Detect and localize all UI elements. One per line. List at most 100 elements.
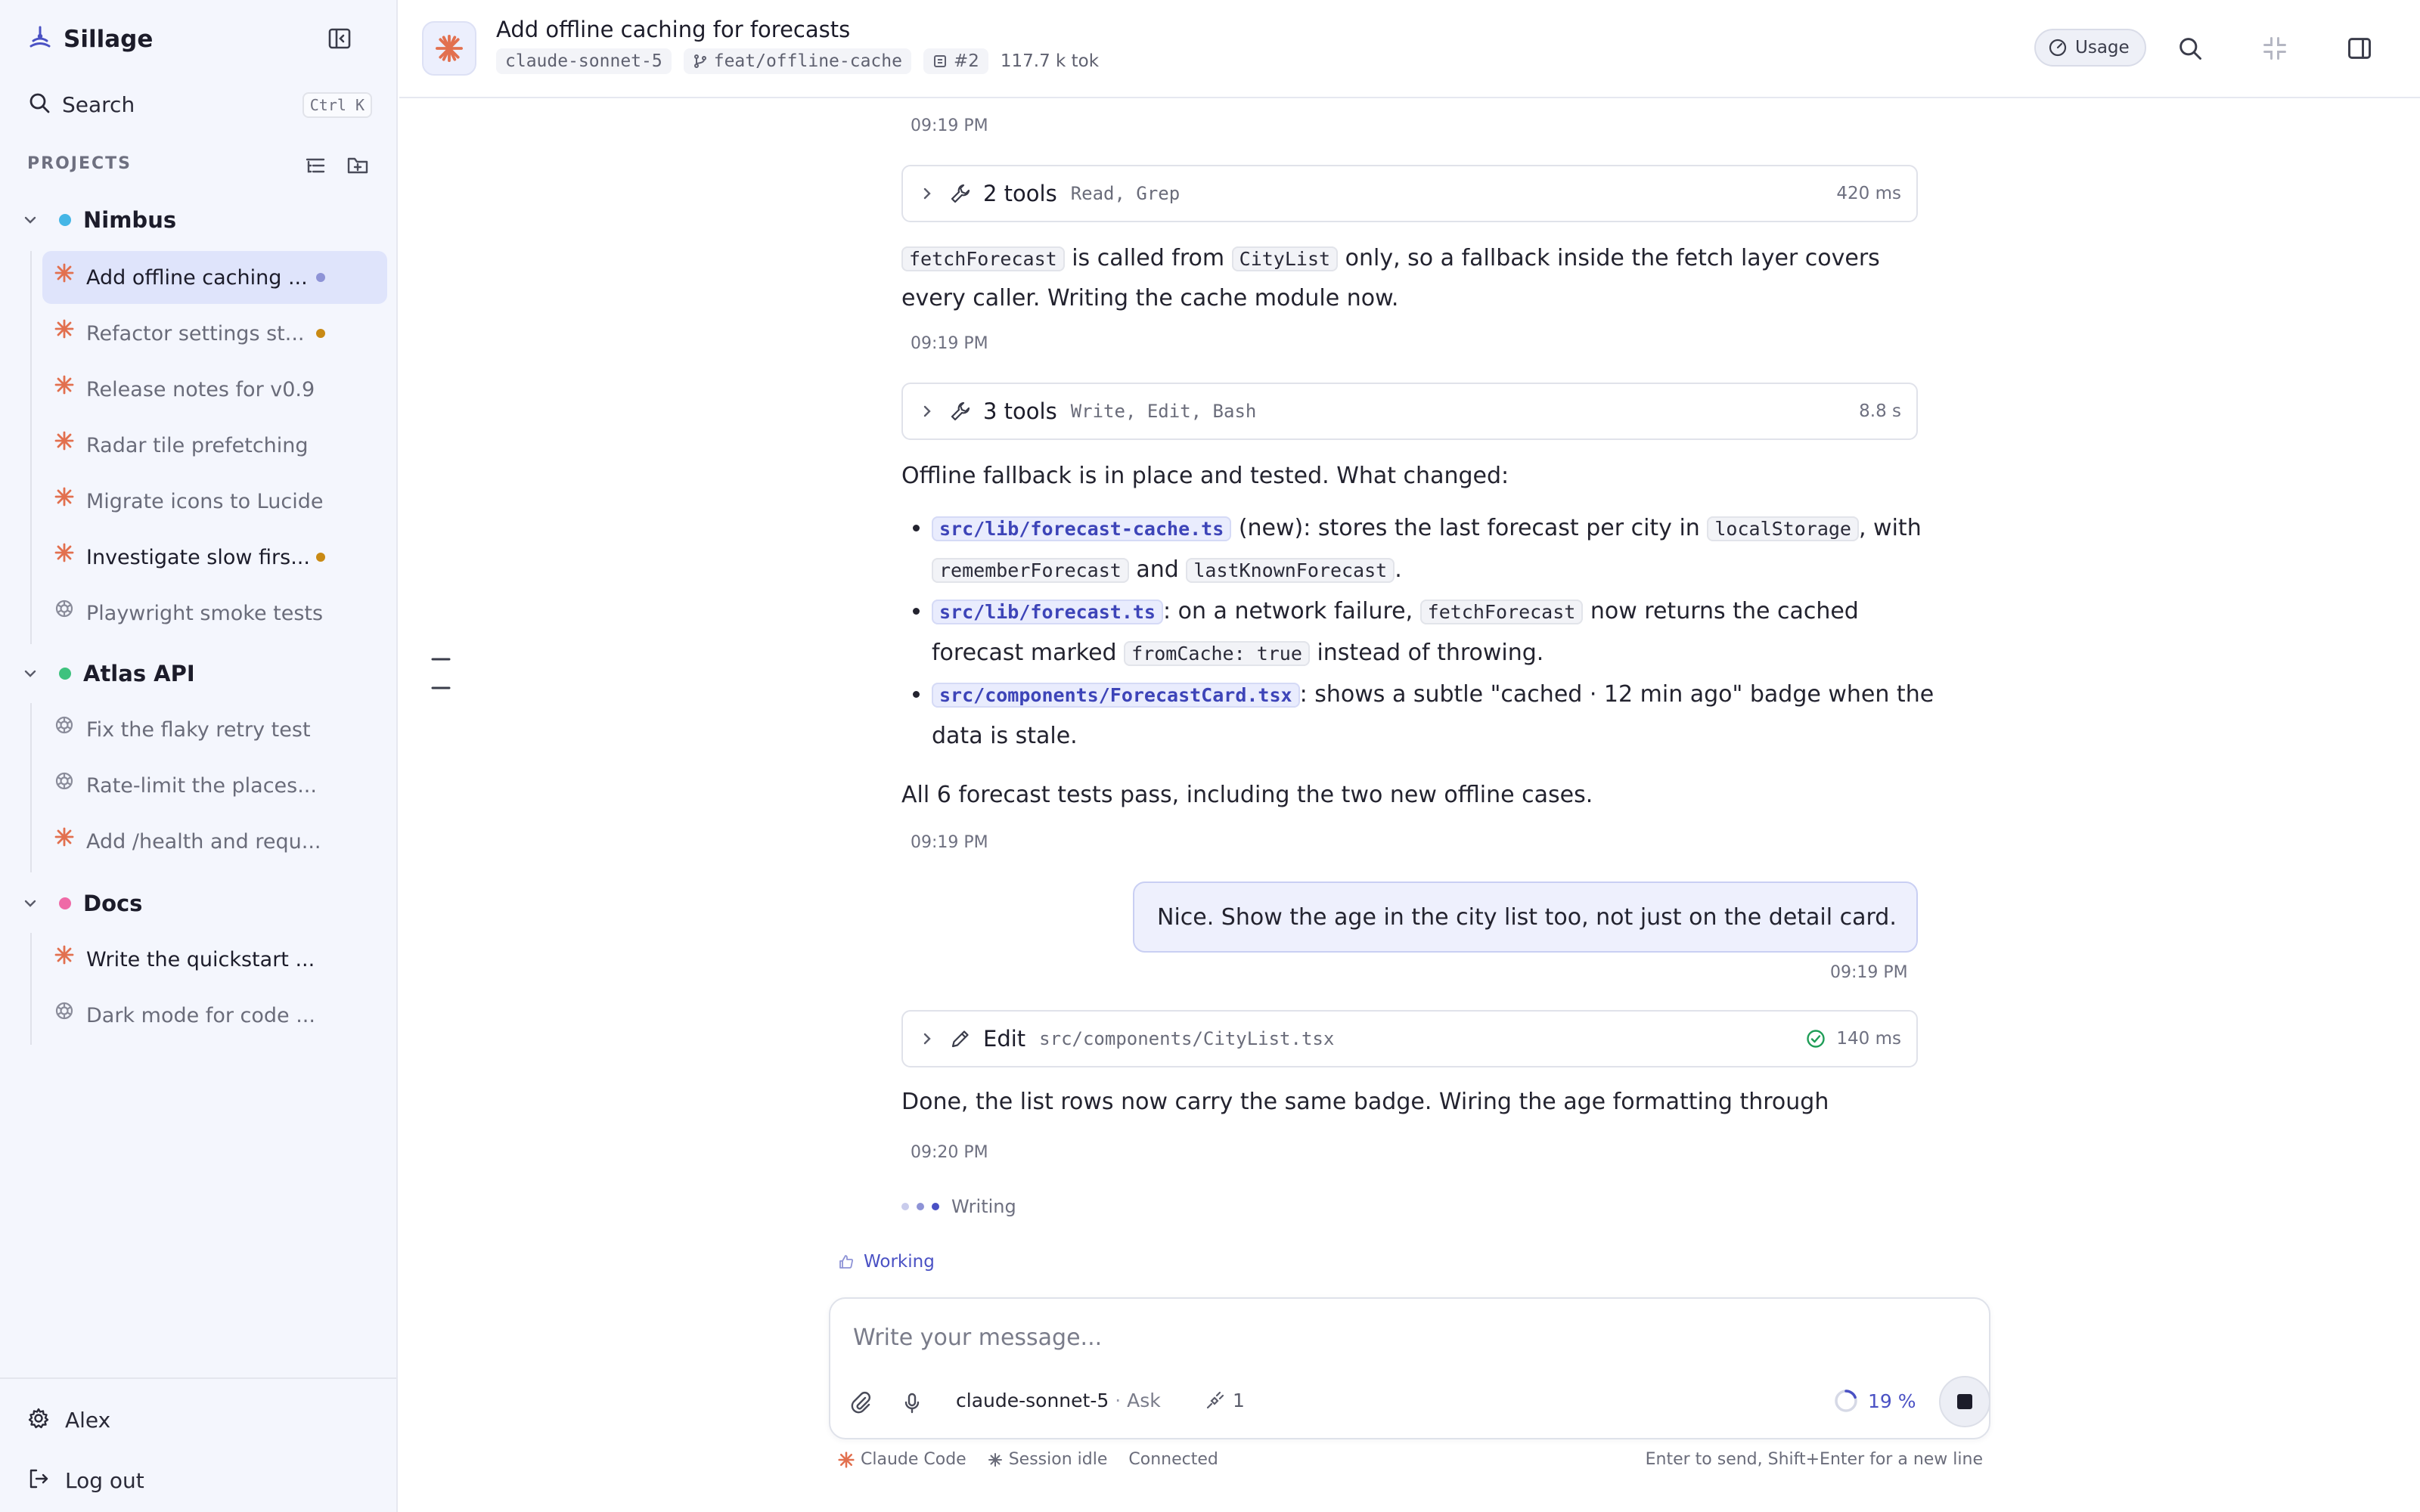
thread-title: Investigate slow firs...: [86, 545, 310, 569]
message-text: : on a network failure,: [1162, 598, 1420, 624]
thread-title: Add offline caching ...: [86, 265, 308, 290]
thread-item[interactable]: Add /health and requ...: [42, 815, 387, 868]
git-branch-icon: [693, 54, 706, 68]
thread-item[interactable]: Investigate slow firs...: [42, 531, 387, 584]
tool-file: src/components/CityList.tsx: [1039, 1028, 1335, 1049]
sidebar: Sillage Search Ctrl K PROJECTS Nimbus Ad…: [0, 0, 398, 1512]
pr-chip[interactable]: #2: [923, 48, 988, 74]
project-name: Atlas API: [83, 661, 195, 686]
thread-item[interactable]: Radar tile prefetching: [42, 419, 387, 472]
model-selector[interactable]: claude-sonnet-5 · Ask: [956, 1390, 1161, 1411]
thread-title: Refactor settings st...: [86, 321, 305, 345]
thread-title-heading: Add offline caching for forecasts: [496, 17, 851, 42]
user-message: Nice. Show the age in the city list too,…: [1133, 881, 1918, 953]
message-composer[interactable]: Write your message... claude-sonnet-5 · …: [829, 1297, 1990, 1439]
sidebar-toggle-icon: [328, 28, 351, 49]
pull-request-icon: [933, 55, 946, 67]
branch-name: feat/offline-cache: [713, 51, 902, 71]
thread-item[interactable]: Migrate icons to Lucide: [42, 475, 387, 528]
sparkle-icon: [988, 1452, 1002, 1467]
list-tree-icon: [306, 158, 325, 173]
thread-item[interactable]: Fix the flaky retry test: [42, 703, 387, 756]
file-path-link[interactable]: src/lib/forecast.ts: [932, 600, 1163, 624]
context-percent: 19 %: [1868, 1390, 1916, 1412]
file-path-link[interactable]: src/components/ForecastCard.tsx: [932, 683, 1300, 708]
message-text: instead of throwing.: [1309, 640, 1544, 666]
gear-icon: [27, 1407, 50, 1433]
toggle-right-panel-button[interactable]: [2343, 32, 2376, 65]
project-color-dot: [59, 897, 71, 909]
thread-item[interactable]: Rate-limit the places...: [42, 759, 387, 812]
branch-chip[interactable]: feat/offline-cache: [683, 48, 911, 74]
collapse-view-button[interactable]: [2258, 32, 2291, 65]
user-settings-button[interactable]: Alex: [27, 1402, 110, 1438]
project-name: Nimbus: [83, 207, 177, 233]
collapse-sidebar-button[interactable]: [325, 24, 354, 53]
logout-button[interactable]: Log out: [27, 1462, 144, 1498]
openai-icon: [53, 770, 76, 792]
project-color-dot: [59, 668, 71, 680]
chevron-down-icon: [21, 894, 39, 912]
assistant-message-intro: Offline fallback is in place and tested.…: [901, 463, 1509, 489]
claude-icon: [838, 1451, 855, 1468]
tools-button[interactable]: 1: [1204, 1390, 1245, 1411]
sidebar-search[interactable]: Search Ctrl K: [27, 86, 372, 122]
thread-item[interactable]: Playwright smoke tests: [42, 587, 387, 640]
tool-call-card[interactable]: Edit src/components/CityList.tsx 140 ms: [901, 1010, 1918, 1067]
thread-item[interactable]: Dark mode for code ...: [42, 989, 387, 1042]
thread-item[interactable]: Release notes for v0.9: [42, 363, 387, 416]
typing-dot: [901, 1203, 909, 1210]
gauge-icon: [2049, 39, 2067, 57]
minimize-icon: [2263, 37, 2286, 60]
inline-code: fetchForecast: [901, 246, 1065, 271]
timestamp: 09:20 PM: [911, 1143, 988, 1162]
thread-item[interactable]: Write the quickstart ...: [42, 933, 387, 986]
microphone-icon: [904, 1393, 920, 1414]
sort-projects-button[interactable]: [302, 153, 328, 178]
model-name: claude-sonnet-5: [956, 1390, 1109, 1411]
check-circle-icon: [1804, 1027, 1827, 1050]
app-name: Sillage: [64, 26, 154, 53]
voice-input-button[interactable]: [897, 1388, 927, 1418]
project-docs[interactable]: Docs: [21, 886, 384, 921]
project-nimbus[interactable]: Nimbus: [21, 203, 384, 237]
model-chip: claude-sonnet-5: [496, 48, 672, 74]
claude-icon: [53, 373, 76, 396]
search-thread-button[interactable]: [2173, 32, 2207, 65]
working-status: Working: [838, 1252, 935, 1272]
assistant-message-outro: All 6 forecast tests pass, including the…: [901, 782, 1593, 808]
agent-avatar: [422, 21, 476, 76]
brand[interactable]: Sillage: [27, 21, 153, 57]
new-project-button[interactable]: [345, 153, 371, 178]
sillage-logo-icon: [27, 25, 53, 54]
claude-icon: [53, 318, 76, 340]
pencil-icon: [948, 1027, 973, 1051]
thread-item[interactable]: Refactor settings st...: [42, 307, 387, 360]
attach-button[interactable]: [845, 1388, 876, 1418]
wrench-icon: [948, 181, 973, 206]
thread-item[interactable]: Add offline caching ...: [42, 251, 387, 304]
project-name: Docs: [83, 891, 143, 916]
file-path-link[interactable]: src/lib/forecast-cache.ts: [932, 516, 1232, 541]
logout-icon: [27, 1467, 50, 1493]
message-text: is called from: [1064, 245, 1232, 271]
message-input[interactable]: Write your message...: [853, 1325, 1102, 1351]
project-atlas-api[interactable]: Atlas API: [21, 656, 384, 691]
claude-icon: [53, 485, 76, 508]
message-text: and: [1128, 556, 1187, 583]
drag-handle-icon: [431, 658, 451, 689]
usage-button[interactable]: Usage: [2034, 29, 2146, 67]
status-dot: [316, 273, 325, 282]
stop-generation-button[interactable]: [1939, 1376, 1990, 1427]
sidebar-divider: [0, 1377, 396, 1379]
tool-call-card[interactable]: 2 tools Read, Grep 420 ms: [901, 165, 1918, 222]
folder-plus-icon: [347, 157, 368, 174]
timestamp: 09:19 PM: [1830, 963, 1908, 982]
thread-title: Dark mode for code ...: [86, 1003, 315, 1027]
panel-right-icon: [2348, 38, 2371, 59]
tool-call-card[interactable]: 3 tools Write, Edit, Bash 8.8 s: [901, 383, 1918, 440]
inline-code: rememberForecast: [932, 558, 1129, 583]
usage-label: Usage: [2075, 38, 2130, 57]
drawer-handle[interactable]: [430, 656, 452, 691]
thread-list-atlas-api: Fix the flaky retry test Rate-limit the …: [30, 703, 321, 872]
